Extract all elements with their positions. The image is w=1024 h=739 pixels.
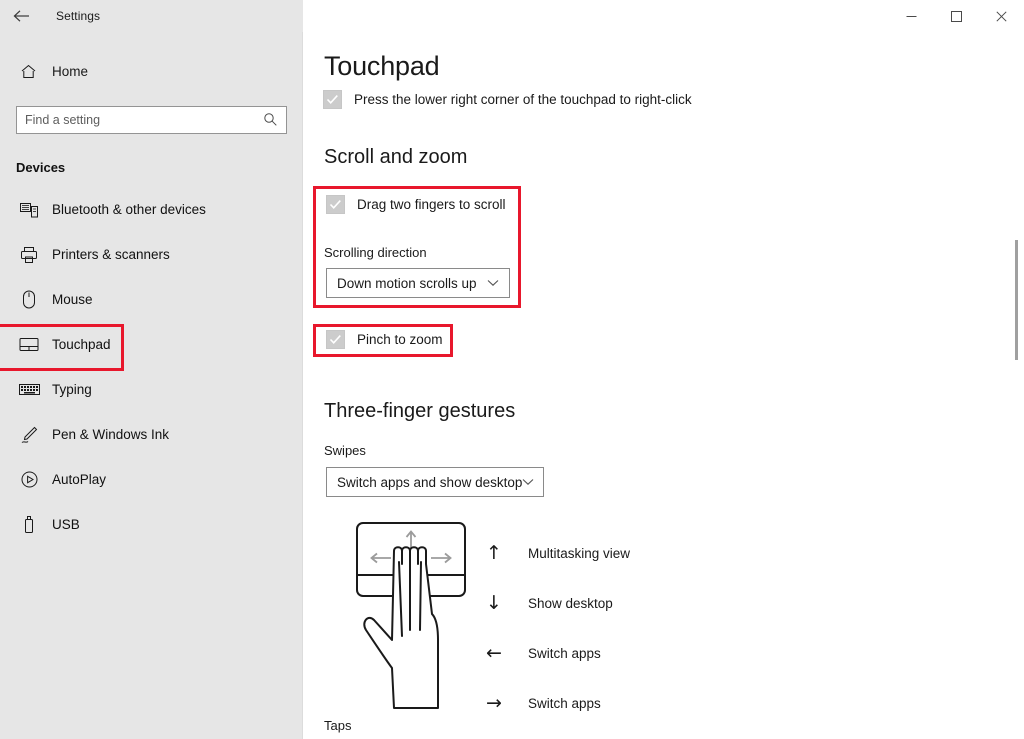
legend-label: Multitasking view — [528, 545, 631, 561]
bluetooth-devices-icon — [16, 201, 42, 218]
arrow-left-icon: ← — [486, 641, 502, 664]
sidebar-item-label: AutoPlay — [52, 472, 107, 487]
arrow-up-icon: ↑ — [486, 541, 502, 564]
sidebar: Home Devices — [0, 0, 303, 739]
right-click-corner-checkbox-row[interactable]: Press the lower right corner of the touc… — [323, 90, 692, 109]
sidebar-item-usb[interactable]: USB — [0, 502, 302, 547]
scrolling-direction-value: Down motion scrolls up — [337, 275, 477, 291]
taps-label: Taps — [324, 718, 352, 733]
sidebar-home-label: Home — [52, 63, 89, 79]
swipes-value: Switch apps and show desktop — [337, 474, 523, 490]
search-icon[interactable] — [263, 112, 278, 132]
sidebar-item-touchpad[interactable]: Touchpad — [0, 322, 302, 371]
sidebar-item-label: Pen & Windows Ink — [52, 427, 170, 442]
sidebar-group-heading: Devices — [16, 160, 66, 175]
sidebar-item-bluetooth-other-devices[interactable]: Bluetooth & other devices — [0, 187, 302, 232]
chevron-down-icon — [522, 478, 534, 486]
scrollbar-thumb[interactable] — [1015, 240, 1018, 360]
keyboard-icon — [16, 383, 42, 396]
mouse-icon — [16, 290, 42, 309]
title-bar-left: Settings — [0, 0, 303, 32]
sidebar-item-label: Bluetooth & other devices — [52, 202, 206, 217]
back-arrow-icon — [13, 9, 31, 23]
pen-icon — [16, 425, 42, 444]
close-icon — [996, 10, 1007, 22]
window-controls — [889, 0, 1024, 32]
settings-window: Home Devices — [0, 0, 1024, 739]
sidebar-item-label: USB — [52, 517, 80, 532]
legend-item: ← Switch apps — [486, 628, 630, 678]
sidebar-item-printers-scanners[interactable]: Printers & scanners — [0, 232, 302, 277]
maximize-icon — [951, 10, 962, 22]
close-button[interactable] — [979, 0, 1024, 32]
search-box — [16, 106, 287, 134]
sidebar-item-autoplay[interactable]: AutoPlay — [0, 457, 302, 502]
checkbox-checked-icon[interactable] — [326, 330, 345, 349]
legend-label: Show desktop — [528, 595, 613, 611]
touchpad-icon — [16, 337, 42, 352]
arrow-down-icon: ↓ — [486, 591, 502, 614]
swipes-label: Swipes — [324, 443, 366, 458]
sidebar-item-label: Printers & scanners — [52, 247, 170, 262]
scrolling-direction-dropdown[interactable]: Down motion scrolls up — [326, 268, 510, 298]
legend-label: Switch apps — [528, 695, 601, 711]
chevron-down-icon — [487, 279, 499, 287]
scrolling-direction-label: Scrolling direction — [324, 245, 427, 260]
sidebar-item-label: Mouse — [52, 292, 93, 307]
sidebar-item-label: Touchpad — [52, 337, 111, 352]
sidebar-item-home[interactable]: Home — [0, 54, 302, 88]
swipes-dropdown[interactable]: Switch apps and show desktop — [326, 467, 544, 497]
autoplay-icon — [16, 470, 42, 489]
checkbox-checked-icon[interactable] — [323, 90, 342, 109]
sidebar-item-typing[interactable]: Typing — [0, 367, 302, 412]
page-title: Touchpad — [324, 51, 440, 81]
checkbox-checked-icon[interactable] — [326, 195, 345, 214]
content-scrollbar[interactable] — [1008, 32, 1024, 739]
scroll-and-zoom-heading: Scroll and zoom — [324, 146, 468, 168]
right-click-corner-label: Press the lower right corner of the touc… — [354, 92, 692, 107]
legend-item: ↑ Multitasking view — [486, 528, 630, 578]
main-content: Touchpad Press the lower right corner of… — [304, 0, 1024, 739]
maximize-button[interactable] — [934, 0, 979, 32]
arrow-right-icon: → — [486, 691, 502, 714]
legend-item: ↓ Show desktop — [486, 578, 630, 628]
drag-two-fingers-checkbox-row[interactable]: Drag two fingers to scroll — [326, 195, 506, 214]
pinch-to-zoom-label: Pinch to zoom — [357, 332, 443, 347]
minimize-icon — [906, 11, 917, 22]
sidebar-item-label: Typing — [52, 382, 92, 397]
three-finger-gesture-illustration — [344, 518, 479, 718]
usb-icon — [16, 515, 42, 534]
sidebar-item-mouse[interactable]: Mouse — [0, 277, 302, 322]
drag-two-fingers-label: Drag two fingers to scroll — [357, 197, 506, 212]
legend-item: → Switch apps — [486, 678, 630, 728]
gesture-legend: ↑ Multitasking view ↓ Show desktop ← Swi… — [486, 528, 630, 728]
three-finger-gestures-heading: Three-finger gestures — [324, 400, 516, 422]
pinch-to-zoom-checkbox-row[interactable]: Pinch to zoom — [326, 330, 443, 349]
title-bar: Settings — [0, 0, 1024, 32]
minimize-button[interactable] — [889, 0, 934, 32]
app-title: Settings — [56, 9, 101, 23]
sidebar-item-pen-windows-ink[interactable]: Pen & Windows Ink — [0, 412, 302, 457]
legend-label: Switch apps — [528, 645, 601, 661]
home-icon — [16, 63, 40, 80]
search-input[interactable] — [16, 106, 287, 134]
sidebar-nav-list: Bluetooth & other devices Printers & sca… — [0, 187, 302, 547]
printer-icon — [16, 246, 42, 264]
back-button[interactable] — [0, 0, 44, 32]
